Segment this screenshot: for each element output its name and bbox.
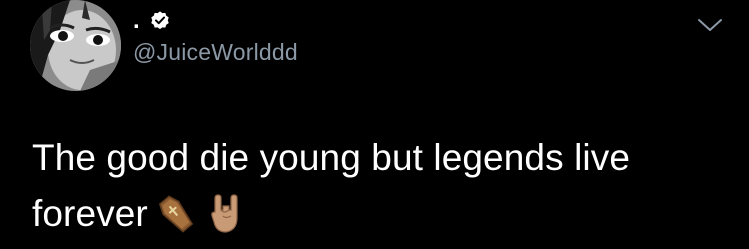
- author-handle[interactable]: @JuiceWorlddd: [133, 39, 298, 65]
- coffin-emoji-icon: [154, 192, 198, 236]
- sign-of-horns-emoji-icon: [204, 192, 248, 236]
- profile-avatar-image: [30, 0, 121, 91]
- avatar[interactable]: [30, 0, 121, 91]
- more-options-button[interactable]: [694, 14, 726, 36]
- tweet-text-line-2: forever: [32, 186, 732, 242]
- tweet-text: The good die young but legends live fore…: [32, 130, 732, 242]
- display-name[interactable]: .: [133, 9, 140, 33]
- verified-badge-icon: [149, 10, 171, 32]
- chevron-down-icon: [698, 19, 722, 31]
- author-row: .: [133, 8, 171, 34]
- tweet-text-word-forever: forever: [32, 193, 148, 234]
- tweet-text-line-1: The good die young but legends live: [32, 137, 630, 178]
- tweet-card: . @JuiceWorlddd The good die young but l…: [0, 0, 749, 249]
